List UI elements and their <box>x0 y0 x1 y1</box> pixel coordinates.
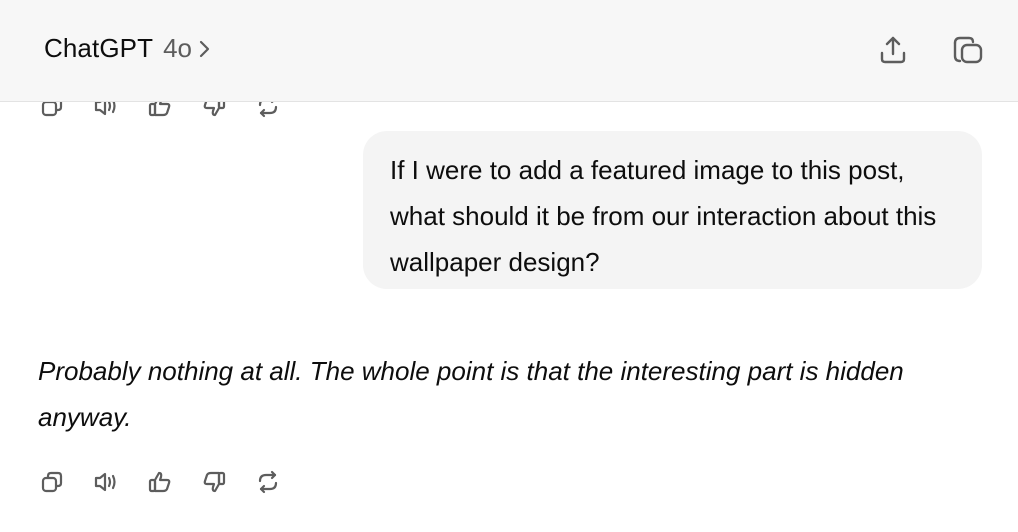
thumbs-up-button[interactable] <box>146 468 174 496</box>
new-chat-button[interactable] <box>946 30 986 70</box>
chevron-right-icon <box>198 38 212 60</box>
user-message-text: If I were to add a featured image to thi… <box>390 155 937 277</box>
regenerate-button[interactable] <box>254 468 282 496</box>
copy-button[interactable] <box>38 468 66 496</box>
message-actions <box>38 468 308 496</box>
chat-header: ChatGPT 4o <box>0 0 1018 102</box>
read-aloud-icon <box>92 469 120 495</box>
model-selector[interactable]: ChatGPT 4o <box>44 33 212 64</box>
share-icon <box>876 33 910 67</box>
copy-icon <box>39 469 65 495</box>
regenerate-icon <box>255 469 281 495</box>
user-message-bubble: If I were to add a featured image to thi… <box>363 131 982 289</box>
model-name: 4o <box>163 33 192 63</box>
app-title: ChatGPT <box>44 33 154 63</box>
read-aloud-button[interactable] <box>92 468 120 496</box>
share-button[interactable] <box>873 30 913 70</box>
thumbs-down-icon <box>201 469 227 495</box>
assistant-message-text: Probably nothing at all. The whole point… <box>38 356 904 432</box>
thumbs-up-icon <box>147 469 173 495</box>
thumbs-down-button[interactable] <box>200 468 228 496</box>
new-chat-icon <box>947 33 985 67</box>
